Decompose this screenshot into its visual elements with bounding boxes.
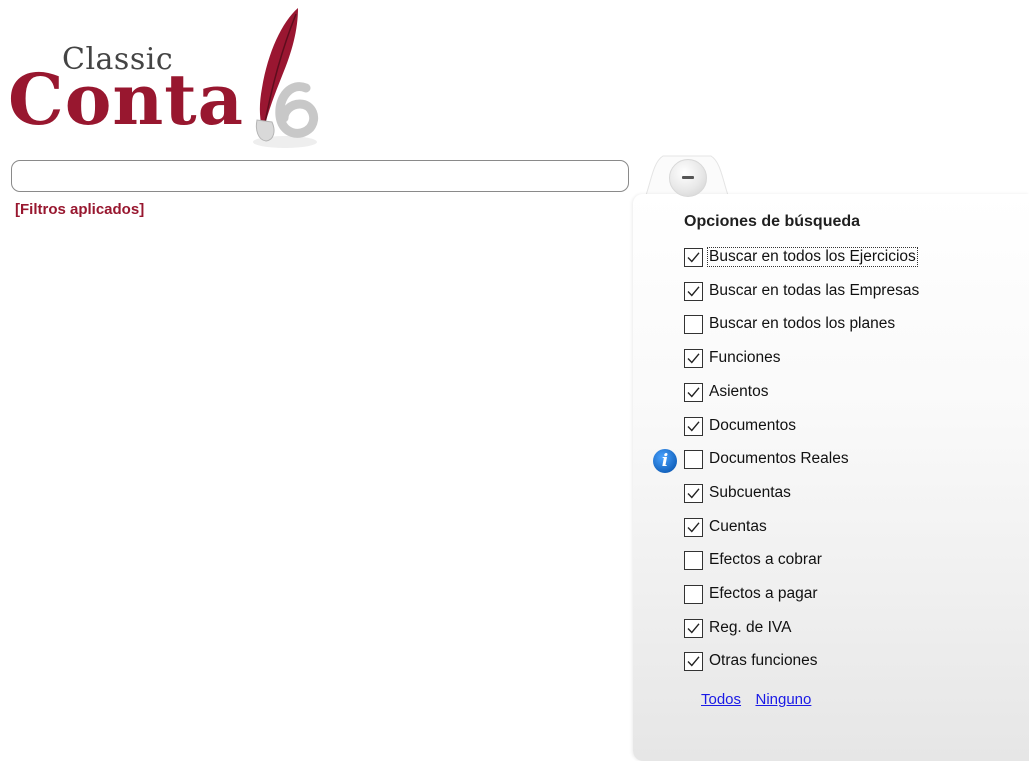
search-option-label: Buscar en todas las Empresas [709, 282, 920, 299]
search-option-label: Reg. de IVA [709, 619, 792, 636]
search-option[interactable]: Otras funciones [684, 650, 819, 672]
search-options-title: Opciones de búsqueda [684, 213, 861, 230]
search-option-label: Efectos a pagar [709, 585, 818, 602]
search-option-label: Buscar en todos los planes [709, 315, 896, 332]
checkbox-checked[interactable] [684, 281, 703, 301]
app-page: Classic Conta [Filtros aplicados] Opcion… [0, 0, 1029, 761]
info-icon[interactable]: i [653, 449, 677, 473]
checkbox-unchecked[interactable] [684, 449, 703, 469]
search-option[interactable]: Documentos [684, 415, 797, 437]
checkbox-checked[interactable] [684, 247, 703, 267]
select-all-link[interactable]: Todos [701, 691, 741, 708]
select-none-link[interactable]: Ninguno [755, 691, 811, 708]
search-input[interactable] [11, 160, 629, 192]
search-option-label: Efectos a cobrar [709, 551, 822, 568]
classic-conta-logo: Classic Conta [0, 0, 340, 152]
search-option-label: Otras funciones [709, 652, 818, 669]
minus-icon [682, 176, 694, 179]
search-option[interactable]: Buscar en todas las Empresas [684, 280, 920, 302]
search-option-label: Funciones [709, 349, 781, 366]
select-links: Todos Ninguno [701, 691, 821, 709]
checkbox-checked[interactable] [684, 416, 703, 436]
search-option[interactable]: Cuentas [684, 516, 768, 538]
search-option[interactable]: Reg. de IVA [684, 617, 792, 639]
search-option[interactable]: Asientos [684, 381, 769, 403]
logo-conta-text: Conta [8, 58, 244, 141]
checkbox-checked[interactable] [684, 348, 703, 368]
search-option-label: Documentos [709, 417, 797, 434]
checkbox-checked[interactable] [684, 651, 703, 671]
search-option-label: Cuentas [709, 518, 767, 535]
search-option-label: Documentos Reales [709, 450, 849, 467]
checkbox-unchecked[interactable] [684, 584, 703, 604]
checkbox-checked[interactable] [684, 517, 703, 537]
search-option-label: Buscar en todos los Ejercicios [707, 247, 918, 267]
search-option[interactable]: Efectos a pagar [684, 583, 819, 605]
checkbox-checked[interactable] [684, 382, 703, 402]
checkbox-checked[interactable] [684, 483, 703, 503]
checkbox-checked[interactable] [684, 618, 703, 638]
collapse-options-button[interactable] [669, 159, 707, 197]
search-option-label: Asientos [709, 383, 769, 400]
search-option-label: Subcuentas [709, 484, 791, 501]
search-option[interactable]: Buscar en todos los Ejercicios [684, 246, 918, 268]
search-option[interactable]: Documentos Reales [684, 448, 850, 470]
search-option[interactable]: Buscar en todos los planes [684, 313, 896, 335]
checkbox-unchecked[interactable] [684, 314, 703, 334]
search-option[interactable]: Efectos a cobrar [684, 549, 823, 571]
search-option[interactable]: Subcuentas [684, 482, 792, 504]
applied-filters-link[interactable]: [Filtros aplicados] [15, 201, 144, 218]
checkbox-unchecked[interactable] [684, 550, 703, 570]
search-option[interactable]: Funciones [684, 347, 782, 369]
